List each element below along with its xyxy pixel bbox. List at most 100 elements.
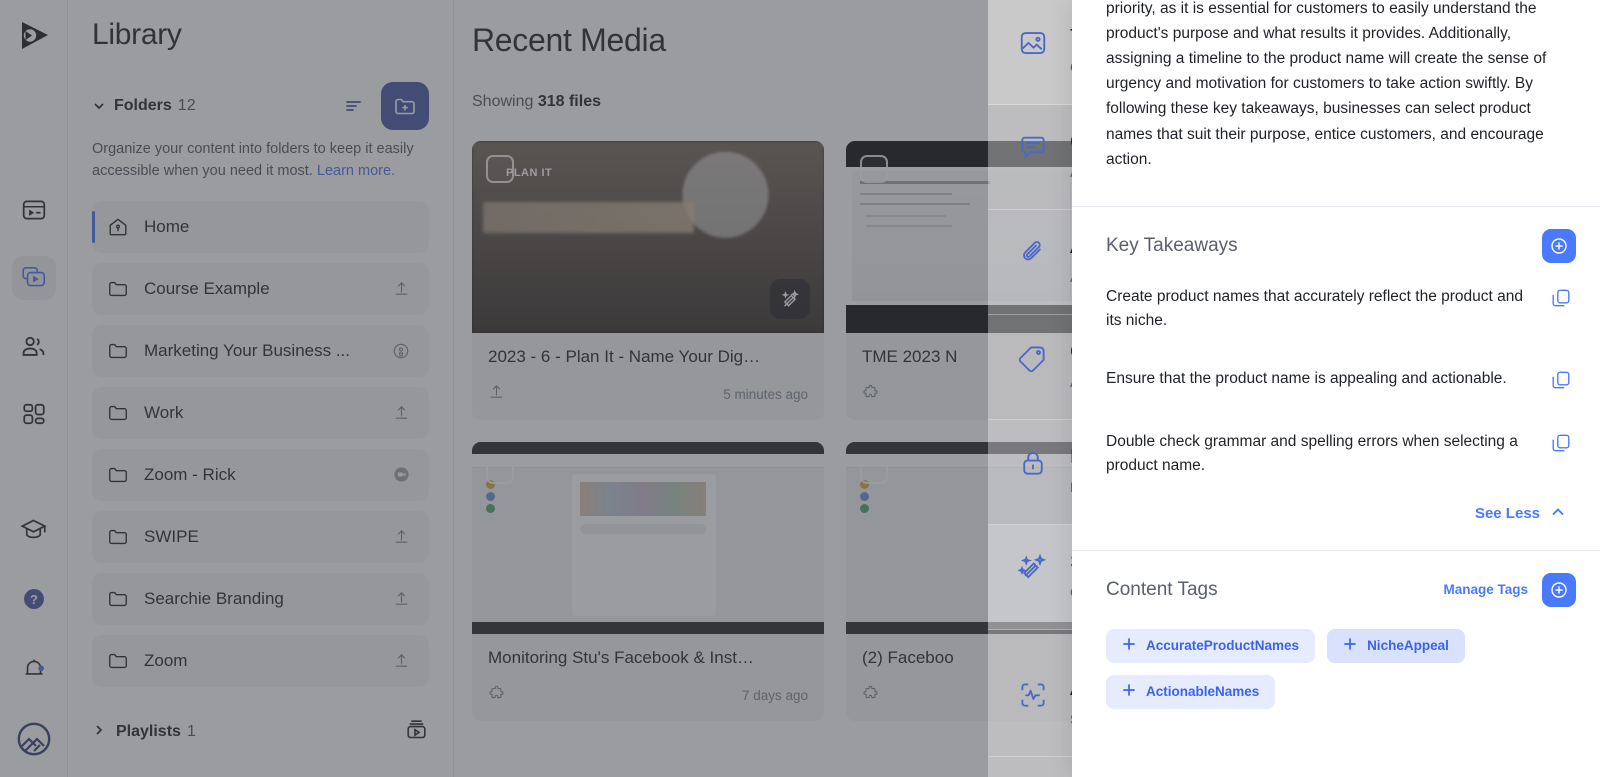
icon-rail: ? [0,0,68,777]
takeaway-item: Ensure that the product name is appealin… [1072,333,1600,396]
add-takeaway-button[interactable] [1542,228,1576,263]
searchie-logo-icon[interactable] [12,14,56,58]
rail-item-training[interactable] [12,507,56,551]
rail-item-apps[interactable] [12,392,56,436]
folder-label: Searchie Branding [144,588,284,608]
tag-icon [1018,341,1052,393]
paperclip-icon [1018,236,1052,288]
playlist-icon[interactable] [404,717,429,747]
upload-icon[interactable] [389,652,413,669]
folder-icon [92,278,144,300]
caption-icon [1018,131,1052,183]
rail-item-notifications[interactable] [12,647,56,691]
active-indicator [92,210,95,243]
see-less-label: See Less [1474,505,1540,523]
takeaway-item: Create product names that accurately ref… [1072,263,1600,333]
content-tag[interactable]: NicheAppeal [1327,628,1465,663]
thumbnail-image [472,442,824,634]
playlists-count: 1 [186,723,196,740]
select-checkbox[interactable] [486,456,514,484]
manage-tags-link[interactable]: Manage Tags [1443,582,1528,597]
magic-wand-icon [1017,551,1052,603]
home-icon [92,216,144,238]
folder-item-home[interactable]: Home [92,200,429,253]
page-title: Library [92,18,182,51]
rail-item-library[interactable] [11,256,56,300]
folder-label: Course Example [144,278,270,298]
add-folder-button[interactable] [381,82,429,130]
thumbnail-badge: PLAN IT [506,167,553,179]
folders-blurb: Organize your content into folders to ke… [92,138,429,183]
showing-count: 318 files [537,93,601,110]
playlists-label: Playlists [116,723,181,740]
chevron-right-icon [92,723,106,742]
folder-list: Home Course Example Marketing Your Busin… [92,200,429,687]
key-takeaways-title: Key Takeaways [1106,234,1238,256]
magic-wand-icon[interactable] [770,279,810,319]
folder-label: Zoom - Rick [144,464,236,484]
puzzle-icon[interactable] [862,383,880,406]
copy-icon[interactable] [1550,430,1576,459]
content-tag[interactable]: ActionableNames [1106,674,1276,709]
plus-icon [1122,683,1136,700]
see-less-button[interactable]: See Less [1072,478,1600,524]
content-tags-title: Content Tags [1106,578,1218,600]
upload-icon[interactable] [488,383,505,405]
folder-item-marketing[interactable]: Marketing Your Business ... [92,324,429,377]
media-card-body: Monitoring Stu's Facebook & Inst… 7 days… [472,634,824,721]
rail-primary-nav [11,188,56,436]
podcast-icon[interactable] [389,342,413,360]
rail-secondary-nav: ? [0,507,67,761]
upload-icon[interactable] [389,404,413,421]
sort-icon[interactable] [339,91,369,121]
add-tag-button[interactable] [1542,572,1576,607]
folder-item-work[interactable]: Work [92,386,429,439]
content-tag-label: NicheAppeal [1367,638,1449,654]
copy-icon[interactable] [1550,285,1576,314]
analytics-icon [1018,678,1052,730]
copy-icon[interactable] [1550,367,1576,396]
select-checkbox[interactable] [860,456,888,484]
folder-item-zoom[interactable]: Zoom [92,634,429,687]
video-badge-icon[interactable] [389,465,413,484]
upload-icon[interactable] [389,590,413,607]
puzzle-icon[interactable] [488,684,506,707]
upload-icon[interactable] [389,528,413,545]
media-thumbnail[interactable]: PLAN IT [472,141,824,333]
upload-icon[interactable] [389,280,413,297]
rail-item-help[interactable]: ? [12,577,56,621]
folder-item-zoom-rick[interactable]: Zoom - Rick [92,448,429,501]
content-tag[interactable]: AccurateProductNames [1106,628,1316,663]
media-card-time: 5 minutes ago [723,386,808,402]
rail-item-player[interactable] [12,188,56,232]
content-tags-header: Content Tags Manage Tags [1072,551,1600,607]
media-card[interactable]: Monitoring Stu's Facebook & Inst… 7 days… [472,442,824,721]
folder-item-course-example[interactable]: Course Example [92,262,429,315]
folder-label: Work [144,402,184,422]
key-takeaways-header: Key Takeaways [1072,207,1600,263]
folder-item-searchie-branding[interactable]: Searchie Branding [92,572,429,625]
media-thumbnail[interactable] [472,442,824,634]
folder-item-swipe[interactable]: SWIPE [92,510,429,563]
playlists-header[interactable]: Playlists 1 [92,709,429,749]
content-tag-label: AccurateProductNames [1146,638,1300,654]
folder-label: SWIPE [144,526,199,546]
folders-count: 12 [177,97,196,114]
takeaway-text: Double check grammar and spelling errors… [1106,432,1518,474]
folders-header: Folders 12 [92,80,429,132]
folder-icon [92,340,144,362]
folder-label: Home [144,216,190,236]
svg-text:?: ? [30,592,38,607]
media-card-meta: 7 days ago [488,684,808,707]
folder-icon [92,588,144,610]
rail-item-account[interactable] [12,717,56,761]
showing-prefix: Showing [472,93,538,110]
media-card[interactable]: PLAN IT 2023 - 6 - Plan It - Name Your D… [472,141,824,420]
learn-more-link[interactable]: Learn more. [317,163,395,179]
puzzle-icon[interactable] [862,684,880,707]
select-checkbox[interactable] [860,155,888,183]
folder-icon [92,402,144,424]
rail-item-audience[interactable] [12,324,56,368]
chevron-down-icon[interactable] [92,99,106,113]
folder-label: Marketing Your Business ... [144,340,351,360]
